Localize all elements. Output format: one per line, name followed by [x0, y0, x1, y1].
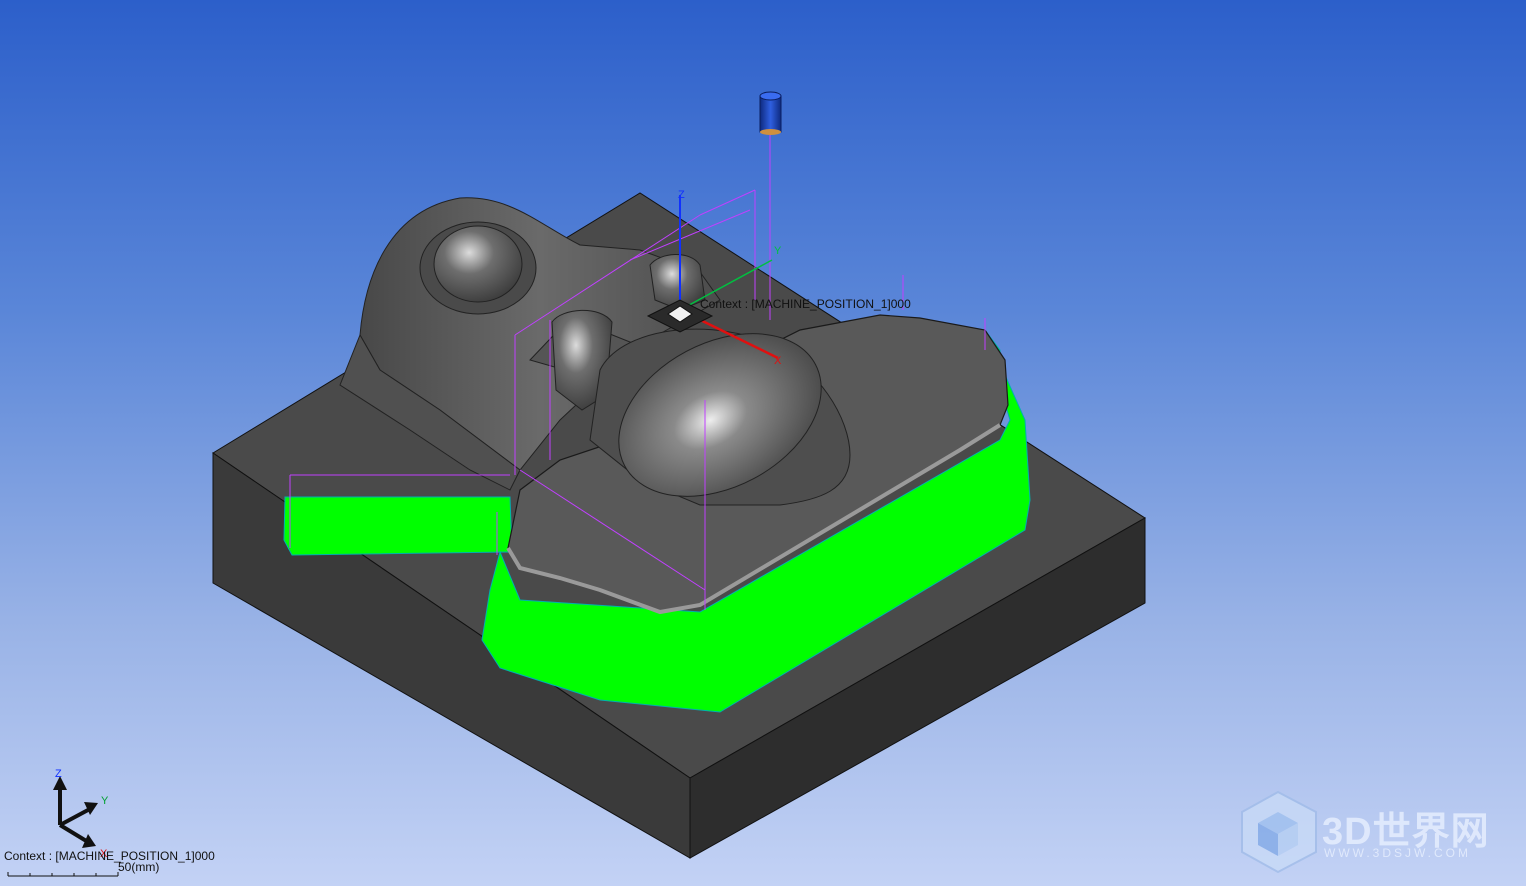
rear-dome [433, 225, 523, 303]
scale-label: 50(mm) [118, 860, 160, 874]
triad-y-label: Y [101, 795, 109, 807]
model-axis-y-label: Y [774, 245, 782, 257]
context-label: Context : [MACHINE_POSITION_1]000 [4, 849, 215, 863]
toolpath-left-slot [283, 496, 513, 556]
axis-triad-icon: Z Y X [53, 768, 109, 860]
watermark-cube-icon [1241, 790, 1317, 874]
model-axis-x-label: X [774, 355, 782, 367]
3d-viewport[interactable]: Z Y X Z Y X [0, 0, 1526, 886]
model-context-label: Context : [MACHINE_POSITION_1]000 [700, 297, 911, 311]
watermark-url: WWW.3DSJW.COM [1324, 846, 1471, 860]
cutting-tool-icon[interactable] [759, 91, 782, 135]
model-axis-z-label: Z [678, 189, 685, 201]
triad-z-label: Z [55, 768, 62, 780]
scale-bar [7, 872, 119, 877]
